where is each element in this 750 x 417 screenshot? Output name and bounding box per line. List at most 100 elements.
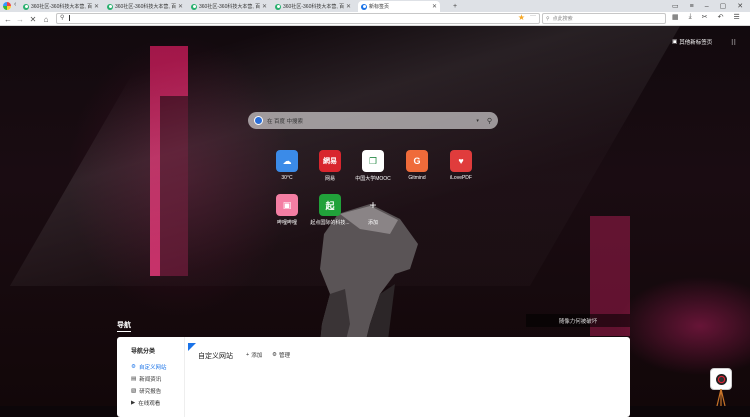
add-icon: +	[362, 194, 384, 216]
shortcut-tile[interactable]: 網易 网易	[310, 150, 350, 190]
sidebar-item-news[interactable]: ▤ 新闻资讯	[131, 375, 161, 383]
menu-icon[interactable]: ≡	[690, 3, 694, 10]
search-engine-icon[interactable]	[254, 116, 263, 125]
shortcut-tile[interactable]: ❐ 中国大学MOOC	[353, 150, 393, 190]
tab-title: 360社区-360科技大本营, 百	[115, 4, 176, 10]
sidebar-item-label: 新闻资讯	[139, 377, 162, 383]
tile-glyph: 網易	[323, 158, 337, 165]
close-window-button[interactable]: ✕	[737, 2, 743, 10]
tab-close-icon[interactable]: ✕	[178, 3, 183, 10]
download-icon[interactable]: ⤓	[689, 13, 692, 21]
add-site-button[interactable]: + 添加	[246, 351, 262, 359]
tile-label: 网易	[324, 176, 335, 182]
address-bar[interactable]: ⚲ ★ ···	[56, 13, 540, 24]
toolbar-search-icon: ⚲	[546, 15, 550, 22]
forward-icon[interactable]: →	[14, 13, 26, 25]
netease-icon: 網易	[319, 150, 341, 172]
screenshot-icon[interactable]: ✂	[702, 13, 708, 21]
tab-title: 360社区-360科技大本营, 百	[31, 4, 92, 10]
nav-sidebar: 导航分类 ⚙ 自定义网站 ▤ 新闻资讯 ▧ 研究报告 ▶ 在线观看	[117, 337, 185, 417]
other-newtab-button[interactable]: ▣ 其他新标签页	[672, 38, 712, 46]
ilovepdf-icon: ♥	[450, 150, 472, 172]
camera-lens-icon	[715, 373, 727, 385]
tile-glyph: ❐	[368, 155, 378, 166]
wallpaper-quote[interactable]: 随像力何被破坏	[526, 314, 630, 327]
toolbar-right-icons: ▦ ⤓ ✂ ↶ ☰	[672, 13, 740, 21]
tile-label: 哔哩哔哩	[276, 220, 297, 226]
search-icon: ⚲	[60, 15, 65, 21]
panel-title: 自定义网站	[198, 353, 233, 360]
add-site-label: 添加	[251, 353, 263, 359]
main-search-box[interactable]: 在 百度 中搜索 ▾ ⚲	[248, 112, 498, 129]
tab-3[interactable]: 360社区-360科技大本营, 百 ✕	[272, 1, 354, 12]
address-input[interactable]	[69, 15, 70, 21]
corner-flag-icon	[188, 343, 196, 351]
tab-close-icon[interactable]: ✕	[432, 3, 437, 10]
shortcut-tile[interactable]: ♥ iLovePDF	[441, 150, 481, 190]
tile-glyph: ▣	[282, 199, 292, 210]
window-controls: ▭ ≡ – ▢ ✕	[672, 0, 743, 12]
manage-button[interactable]: ⚙ 管理	[272, 351, 290, 359]
tab-close-icon[interactable]: ✕	[346, 3, 351, 10]
tab-4[interactable]: 新标签页 ✕	[358, 1, 440, 12]
apps-grid-icon[interactable]: ⁝⁝	[731, 38, 736, 47]
qidian-icon: 起	[319, 194, 341, 216]
tab-favicon-icon	[107, 3, 113, 10]
tab-favicon-icon	[191, 3, 197, 10]
search-submit-icon[interactable]: ⚲	[487, 117, 492, 125]
tile-label: iLovePDF	[450, 175, 472, 181]
undo-icon[interactable]: ↶	[718, 13, 724, 21]
sidebar-item-custom[interactable]: ⚙ 自定义网站	[131, 363, 166, 371]
pin-icon[interactable]: ▭	[672, 2, 679, 10]
tab-2[interactable]: 360社区-360科技大本营, 百 ✕	[188, 1, 270, 12]
tile-label: Gitmind	[408, 175, 426, 181]
tile-glyph: G	[413, 156, 421, 166]
shortcut-tile[interactable]: ☁ 30°C	[267, 150, 307, 190]
tile-label: 添加	[367, 220, 378, 226]
nav-sidebar-title: 导航分类	[131, 349, 156, 355]
engine-dropdown-icon[interactable]: ▾	[476, 118, 479, 124]
tab-favicon-icon	[23, 3, 29, 10]
back-icon[interactable]: ←	[2, 13, 14, 25]
tile-label: 起点国际的科技...	[310, 220, 350, 226]
shortcut-tile[interactable]: ▣ 哔哩哔哩	[267, 194, 307, 234]
tab-1[interactable]: 360社区-360科技大本营, 百 ✕	[104, 1, 186, 12]
home-icon[interactable]: ⌂	[40, 13, 52, 25]
shortcut-tile[interactable]: G Gitmind	[397, 150, 437, 190]
report-icon: ▧	[131, 388, 137, 394]
newtab-icon: ▣	[672, 39, 678, 45]
stop-icon[interactable]: ✕	[27, 13, 39, 25]
plus-icon: +	[246, 352, 250, 358]
browser-logo-icon[interactable]	[3, 2, 11, 10]
tab-close-icon[interactable]: ✕	[94, 3, 99, 10]
gear-icon: ⚙	[272, 352, 277, 358]
restore-button[interactable]: ▢	[720, 2, 727, 10]
minimize-button[interactable]: –	[705, 3, 709, 10]
main-search-input[interactable]: 在 百度 中搜索	[267, 117, 476, 125]
sidebar-item-reports[interactable]: ▧ 研究报告	[131, 387, 161, 395]
back-tabs-icon[interactable]: ‹	[14, 1, 16, 8]
tripod-icon	[716, 389, 726, 406]
mooc-icon: ❐	[362, 150, 384, 172]
camera-widget[interactable]	[710, 368, 732, 390]
tab-title: 新标签页	[369, 4, 390, 10]
tab-close-icon[interactable]: ✕	[262, 3, 267, 10]
shortcut-tile[interactable]: + 添加	[353, 194, 393, 234]
tile-glyph: ☁	[282, 155, 292, 166]
more-icon[interactable]: ···	[530, 13, 536, 19]
weather-icon: ☁	[276, 150, 298, 172]
new-tab-button[interactable]: +	[453, 3, 457, 10]
news-icon: ▤	[131, 376, 137, 382]
tile-glyph: +	[369, 198, 377, 212]
toolbar-search-input[interactable]: ⚲ 点此搜索	[542, 13, 666, 24]
sidebar-item-label: 研究报告	[139, 389, 162, 395]
bilibili-icon: ▣	[276, 194, 298, 216]
manage-label: 管理	[278, 353, 290, 359]
shortcut-tile[interactable]: 起起点国际的科技...	[310, 194, 350, 234]
apps-icon[interactable]: ▦	[672, 13, 679, 21]
tile-label: 30°C	[281, 175, 293, 181]
toolbar-menu-icon[interactable]: ☰	[733, 13, 739, 21]
star-icon[interactable]: ★	[518, 13, 525, 22]
tab-0[interactable]: 360社区-360科技大本营, 百 ✕	[20, 1, 102, 12]
tab-favicon-icon	[361, 3, 367, 10]
